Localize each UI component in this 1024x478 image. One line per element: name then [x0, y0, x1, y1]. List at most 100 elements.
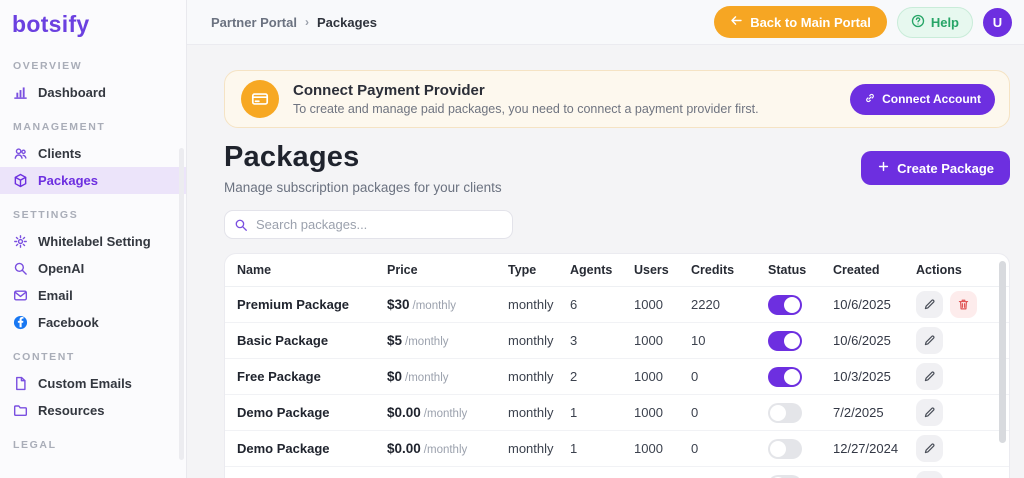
- arrow-left-icon: [730, 14, 743, 30]
- gear-icon: [13, 234, 28, 249]
- table-scrollbar[interactable]: [999, 261, 1006, 443]
- help-button[interactable]: Help: [896, 6, 973, 38]
- package-created-date: 10/3/2025: [833, 369, 891, 384]
- edit-package-button[interactable]: [916, 327, 943, 354]
- package-agents: 1: [570, 405, 578, 420]
- edit-package-button[interactable]: [916, 435, 943, 462]
- chart-bar-icon: [13, 85, 28, 100]
- package-created-date: 10/6/2025: [833, 297, 891, 312]
- status-toggle[interactable]: [768, 438, 802, 459]
- search-icon: [13, 261, 28, 276]
- status-toggle[interactable]: [768, 402, 802, 423]
- sidebar-item-label: Clients: [38, 146, 82, 161]
- search-input[interactable]: [224, 210, 513, 239]
- user-avatar[interactable]: U: [983, 7, 1012, 37]
- create-package-button[interactable]: Create Package: [861, 151, 1010, 185]
- facebook-icon: [13, 315, 28, 330]
- edit-package-button[interactable]: [916, 471, 943, 478]
- table-row: Premium Package $30/monthly monthly 6 1000 22…: [225, 287, 1009, 323]
- chevron-right-icon: ›: [304, 15, 309, 29]
- edit-package-button[interactable]: [916, 363, 943, 390]
- toggle-knob: [770, 440, 786, 457]
- connect-account-label: Connect Account: [882, 92, 981, 106]
- main-area: Partner Portal › Packages Back to Main P…: [187, 0, 1024, 478]
- column-header-name: Name: [237, 263, 272, 277]
- section-label-settings: SETTINGS: [13, 209, 79, 221]
- sidebar-item-label: Facebook: [38, 315, 99, 330]
- users-icon: [13, 146, 28, 161]
- topbar: Partner Portal › Packages Back to Main P…: [187, 0, 1024, 45]
- table-row: Free Package $0/monthly monthly 2 1000 0 10/3/…: [225, 359, 1009, 395]
- create-package-label: Create Package: [897, 160, 994, 176]
- column-header-credits: Credits: [691, 263, 735, 277]
- package-icon: [13, 173, 28, 188]
- breadcrumb-partner-portal[interactable]: Partner Portal: [211, 15, 297, 30]
- package-price: $0.00/monthly: [387, 404, 468, 420]
- connect-account-button[interactable]: Connect Account: [850, 83, 995, 115]
- sidebar-item-resources[interactable]: Resources: [0, 397, 186, 424]
- delete-package-button[interactable]: [950, 291, 977, 318]
- package-name: Demo Package: [237, 405, 330, 420]
- payment-provider-banner: Connect Payment Provider To create and m…: [224, 70, 1010, 128]
- sidebar-nav: OVERVIEW Dashboard MANAGEMENT Clients Packag…: [0, 60, 186, 451]
- edit-package-button[interactable]: [916, 291, 943, 318]
- trash-icon: [957, 298, 970, 311]
- table-row: Demo Package $0.00/monthly monthly 1 1000 0 7/…: [225, 395, 1009, 431]
- column-header-created: Created: [833, 263, 880, 277]
- sidebar-item-dashboard[interactable]: Dashboard: [0, 79, 186, 106]
- package-price: $0.00/monthly: [387, 440, 468, 456]
- package-credits: 0: [691, 405, 699, 420]
- sidebar-item-facebook[interactable]: Facebook: [0, 309, 186, 336]
- breadcrumb-packages: Packages: [316, 14, 377, 30]
- back-to-main-portal-button[interactable]: Back to Main Portal: [714, 6, 887, 38]
- section-label-content: CONTENT: [13, 351, 75, 363]
- mail-icon: [13, 288, 28, 303]
- package-type: monthly: [508, 441, 554, 456]
- sidebar-item-clients[interactable]: Clients: [0, 140, 186, 167]
- package-type: monthly: [508, 405, 554, 420]
- page-title: Packages: [224, 141, 360, 173]
- sidebar-item-label: Custom Emails: [38, 376, 132, 391]
- topbar-actions: Back to Main Portal Help U: [714, 6, 1012, 38]
- banner-description: To create and manage paid packages, you …: [293, 102, 759, 116]
- status-toggle[interactable]: [768, 330, 802, 351]
- pencil-icon: [923, 406, 936, 419]
- sidebar-item-custom-emails[interactable]: Custom Emails: [0, 370, 186, 397]
- sidebar-scrollbar[interactable]: [179, 148, 184, 460]
- package-name: Demo Package: [237, 441, 330, 456]
- status-toggle[interactable]: [768, 366, 802, 387]
- package-name: Free Package: [237, 369, 321, 384]
- package-type: monthly: [508, 333, 554, 348]
- sidebar-item-openai[interactable]: OpenAI: [0, 255, 186, 282]
- row-actions: [916, 291, 1009, 318]
- package-credits: 10: [691, 333, 706, 348]
- status-toggle[interactable]: [768, 294, 802, 315]
- sidebar-item-whitelabel-setting[interactable]: Whitelabel Setting: [0, 228, 186, 255]
- sidebar-item-packages[interactable]: Packages: [0, 167, 186, 194]
- sidebar-item-label: OpenAI: [38, 261, 85, 276]
- sidebar: botsify OVERVIEW Dashboard MANAGEMENT Clien…: [0, 0, 187, 478]
- package-created-date: 7/2/2025: [833, 405, 884, 420]
- section-label-legal: LEGAL: [13, 439, 57, 451]
- package-created-date: 10/6/2025: [833, 333, 891, 348]
- package-agents: 6: [570, 297, 578, 312]
- sidebar-item-email[interactable]: Email: [0, 282, 186, 309]
- file-icon: [13, 376, 28, 391]
- help-circle-icon: [911, 14, 925, 31]
- column-header-type: Type: [508, 263, 537, 277]
- page-head: Packages Manage subscription packages fo…: [224, 141, 1010, 195]
- package-users: 1000: [634, 297, 663, 312]
- package-users: 1000: [634, 441, 663, 456]
- package-users: 1000: [634, 405, 663, 420]
- search-container: [224, 210, 513, 239]
- edit-package-button[interactable]: [916, 399, 943, 426]
- section-label-management: MANAGEMENT: [13, 121, 106, 133]
- package-credits: 0: [691, 441, 699, 456]
- banner-title: Connect Payment Provider: [293, 82, 485, 99]
- botsify-logo: botsify: [12, 11, 90, 37]
- status-toggle[interactable]: [768, 474, 802, 478]
- breadcrumb: Partner Portal › Packages: [211, 15, 377, 30]
- plus-icon: [877, 160, 890, 176]
- package-price: $5/monthly: [387, 332, 449, 348]
- package-users: 1000: [634, 333, 663, 348]
